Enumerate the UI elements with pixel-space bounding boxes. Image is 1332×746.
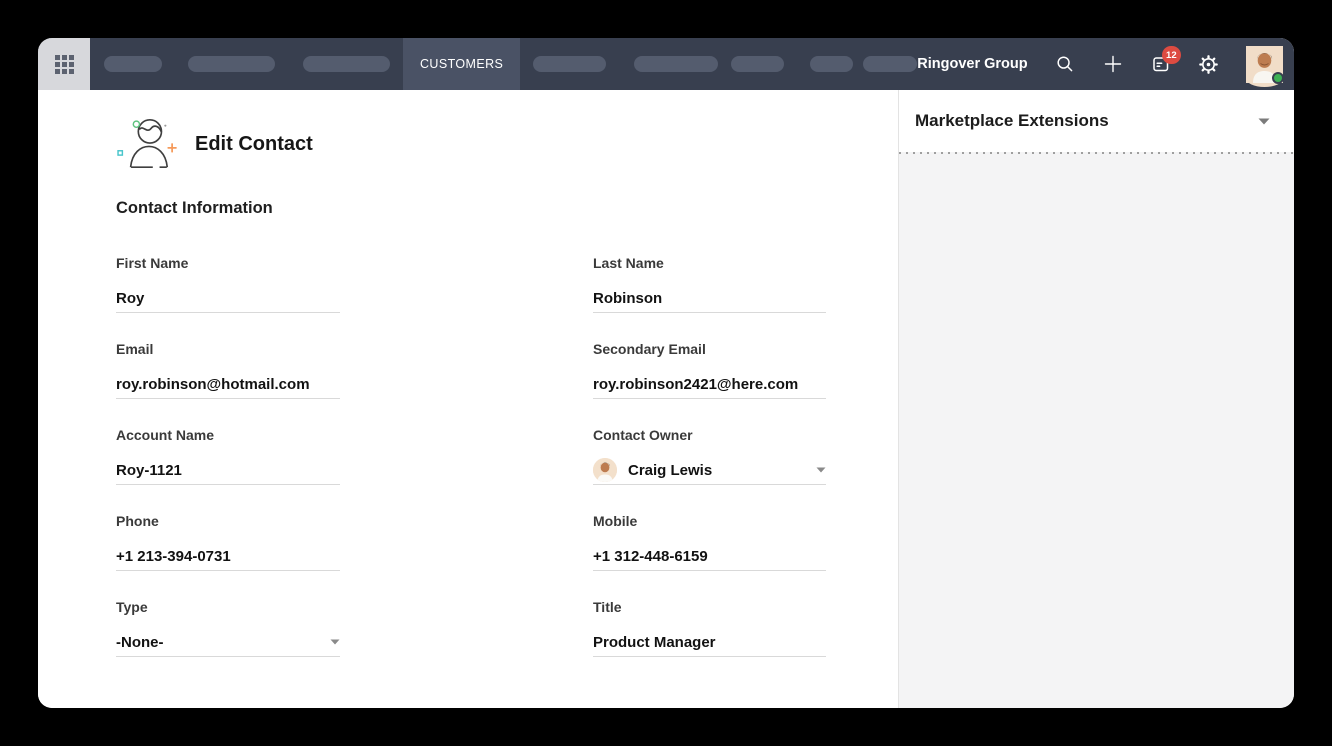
field-type: Type -None-: [116, 599, 340, 657]
secondary-email-input[interactable]: roy.robinson2421@here.com: [593, 370, 826, 399]
account-name-input[interactable]: Roy-1121: [116, 456, 340, 485]
nav-item-placeholder[interactable]: [104, 56, 162, 72]
field-value: -None-: [116, 634, 164, 651]
field-value: Craig Lewis: [628, 462, 712, 479]
field-value: +1 312-448-6159: [593, 548, 708, 565]
first-name-input[interactable]: Roy: [116, 284, 340, 313]
notification-badge: 12: [1162, 46, 1181, 64]
owner-avatar: [593, 458, 617, 482]
panel-title: Marketplace Extensions: [915, 111, 1109, 131]
marketplace-extensions-panel: Marketplace Extensions: [898, 90, 1294, 708]
phone-input[interactable]: +1 213-394-0731: [116, 542, 340, 571]
field-label: Type: [116, 599, 340, 615]
field-first-name: First Name Roy: [116, 255, 340, 313]
field-value: +1 213-394-0731: [116, 548, 231, 565]
navbar-right-cluster: Ringover Group 12: [917, 46, 1294, 83]
chevron-down-icon: [816, 467, 826, 473]
nav-item-placeholder[interactable]: [303, 56, 390, 72]
nav-item-placeholder[interactable]: [188, 56, 275, 72]
mobile-input[interactable]: +1 312-448-6159: [593, 542, 826, 571]
field-label: Email: [116, 341, 340, 357]
content-area: Edit Contact Contact Information First N…: [38, 90, 1294, 708]
field-label: Phone: [116, 513, 340, 529]
field-phone: Phone +1 213-394-0731: [116, 513, 340, 571]
field-label: Mobile: [593, 513, 826, 529]
field-label: Title: [593, 599, 826, 615]
field-label: Contact Owner: [593, 427, 826, 443]
gear-icon: [1198, 54, 1219, 75]
plus-icon: [1103, 54, 1123, 74]
nav-item-placeholder[interactable]: [634, 56, 718, 72]
title-input[interactable]: Product Manager: [593, 628, 826, 657]
field-secondary-email: Secondary Email roy.robinson2421@here.co…: [593, 341, 826, 399]
field-label: Last Name: [593, 255, 826, 271]
field-value: Roy-1121: [116, 462, 182, 479]
type-select[interactable]: -None-: [116, 628, 340, 657]
field-label: First Name: [116, 255, 340, 271]
nav-item-placeholder[interactable]: [863, 56, 917, 72]
field-contact-owner: Contact Owner Craig Lewis: [593, 427, 826, 485]
app-launcher-button[interactable]: [38, 38, 90, 90]
field-title: Title Product Manager: [593, 599, 826, 657]
field-label: Account Name: [116, 427, 340, 443]
field-label: Secondary Email: [593, 341, 826, 357]
top-navbar: CUSTOMERS Ringover Group: [38, 38, 1294, 90]
field-account-name: Account Name Roy-1121: [116, 427, 340, 485]
search-button[interactable]: [1054, 53, 1076, 75]
contact-info-grid: First Name Roy Last Name Robinson Email …: [116, 255, 898, 657]
grid-icon: [55, 55, 74, 74]
contact-owner-select[interactable]: Craig Lewis: [593, 456, 826, 485]
field-email: Email roy.robinson@hotmail.com: [116, 341, 340, 399]
field-value: roy.robinson2421@here.com: [593, 376, 798, 393]
panel-header[interactable]: Marketplace Extensions: [899, 90, 1294, 152]
email-input[interactable]: roy.robinson@hotmail.com: [116, 370, 340, 399]
page-title: Edit Contact: [195, 133, 313, 156]
panel-body: [899, 154, 1294, 708]
edit-contact-form: Edit Contact Contact Information First N…: [38, 90, 898, 708]
field-value: Product Manager: [593, 634, 716, 651]
field-last-name: Last Name Robinson: [593, 255, 826, 313]
field-value: roy.robinson@hotmail.com: [116, 376, 310, 393]
tab-customers[interactable]: CUSTOMERS: [403, 38, 520, 90]
chevron-down-icon: [330, 639, 340, 645]
nav-item-placeholder[interactable]: [533, 56, 606, 72]
field-mobile: Mobile +1 312-448-6159: [593, 513, 826, 571]
tab-customers-label: CUSTOMERS: [420, 57, 503, 71]
last-name-input[interactable]: Robinson: [593, 284, 826, 313]
page-header: Edit Contact: [116, 116, 898, 172]
contact-avatar-icon: [116, 116, 178, 172]
field-value: Robinson: [593, 290, 662, 307]
section-title: Contact Information: [116, 199, 898, 218]
online-status-dot: [1272, 72, 1284, 84]
search-icon: [1055, 54, 1075, 74]
crm-window: CUSTOMERS Ringover Group: [38, 38, 1294, 708]
add-button[interactable]: [1102, 53, 1124, 75]
notifications-button[interactable]: 12: [1150, 53, 1172, 75]
chevron-down-icon[interactable]: [1258, 118, 1270, 125]
settings-button[interactable]: [1198, 53, 1220, 75]
nav-item-placeholder[interactable]: [810, 56, 853, 72]
org-name[interactable]: Ringover Group: [917, 56, 1027, 72]
nav-item-placeholder[interactable]: [731, 56, 784, 72]
user-avatar[interactable]: [1246, 46, 1283, 83]
field-value: Roy: [116, 290, 144, 307]
